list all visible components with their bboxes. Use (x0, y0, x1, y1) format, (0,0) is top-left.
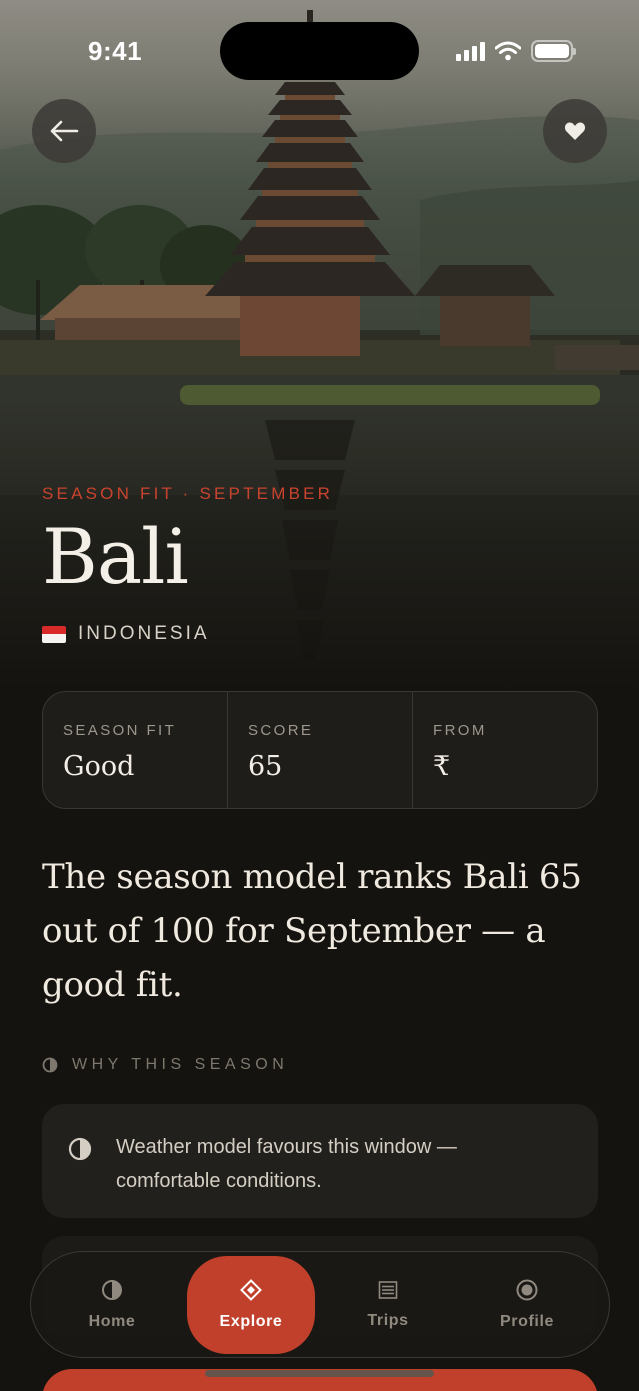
heart-icon (564, 122, 586, 140)
tab-label: Trips (367, 1312, 409, 1329)
country-row: INDONESIA (42, 623, 210, 645)
stat-from-price: FROM ₹ (413, 692, 597, 808)
section-title: WHY THIS SEASON (72, 1056, 289, 1073)
arrow-left-icon (50, 120, 79, 142)
tab-explore[interactable]: Explore (187, 1256, 315, 1354)
half-circle-icon (42, 1057, 58, 1073)
dynamic-island (220, 22, 419, 80)
tab-profile[interactable]: Profile (463, 1256, 591, 1354)
profile-circle-icon (516, 1279, 538, 1301)
stat-value: 65 (248, 751, 283, 782)
battery-icon (531, 40, 576, 62)
half-circle-icon (68, 1137, 92, 1161)
stat-value: ₹ (433, 751, 451, 782)
stat-label: SEASON FIT (63, 722, 177, 739)
signal-icon (456, 41, 485, 61)
tab-label: Profile (500, 1313, 554, 1330)
section-header: WHY THIS SEASON (42, 1056, 288, 1074)
list-icon (378, 1281, 398, 1299)
tab-bar: Home Explore Trips Profile (30, 1251, 610, 1358)
wifi-icon (495, 41, 521, 61)
indonesia-flag-icon (42, 625, 66, 643)
stat-season-fit: SEASON FIT Good (43, 692, 228, 808)
favorite-button[interactable] (543, 99, 607, 163)
half-circle-icon (102, 1280, 122, 1300)
stat-score: SCORE 65 (228, 692, 413, 808)
season-summary: The season model ranks Bali 65 out of 10… (42, 857, 582, 1005)
back-button[interactable] (32, 99, 96, 163)
stats-card: SEASON FIT Good SCORE 65 FROM ₹ (42, 691, 598, 809)
stat-label: SCORE (248, 722, 314, 739)
country-name: INDONESIA (78, 623, 210, 644)
tab-trips[interactable]: Trips (324, 1256, 452, 1354)
tab-home[interactable]: Home (48, 1256, 176, 1354)
reason-card: Weather model favours this window — comf… (42, 1104, 598, 1218)
season-eyebrow: SEASON FIT · SEPTEMBER (42, 484, 334, 503)
diamond-icon (240, 1279, 262, 1301)
stat-label: FROM (433, 722, 487, 739)
status-time: 9:41 (88, 36, 143, 66)
destination-title: Bali (42, 512, 189, 601)
home-indicator (205, 1370, 434, 1377)
tab-label: Explore (219, 1313, 283, 1330)
stat-value: Good (63, 751, 135, 782)
status-icons (456, 38, 576, 64)
tab-label: Home (88, 1313, 136, 1330)
reason-text: Weather model favours this window — comf… (116, 1136, 457, 1192)
